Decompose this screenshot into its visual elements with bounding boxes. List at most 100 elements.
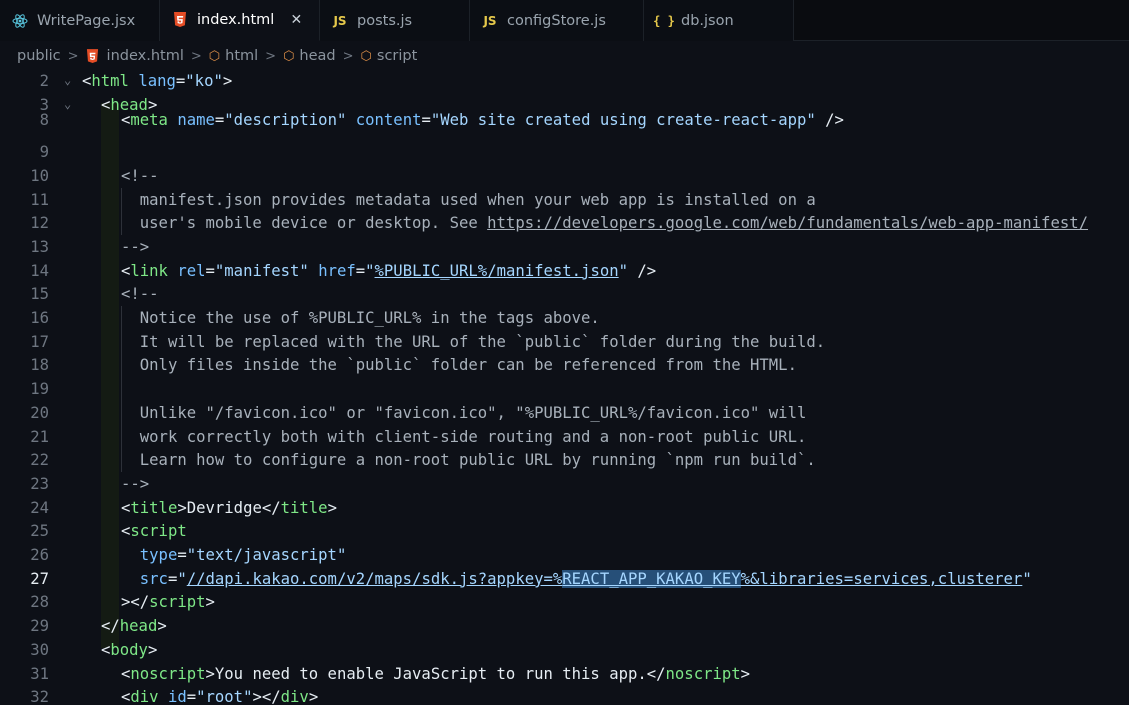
code-token: < [121,664,131,683]
code-text: <!-- [121,164,159,188]
code-line[interactable]: 11 manifest.json provides metadata used … [0,188,1129,212]
breadcrumb-item-public[interactable]: public [17,48,61,64]
code-text: Only files inside the `public` folder ca… [121,353,797,377]
code-token: > [222,72,233,90]
close-icon[interactable]: ✕ [288,12,304,28]
tab-label: WritePage.jsx [37,12,136,29]
code-token: "ko" [185,72,223,90]
code-line[interactable]: 31 <noscript>You need to enable JavaScrip… [0,662,1129,686]
tab-configstore-js[interactable]: JS configStore.js [470,0,644,41]
code-token: type [139,546,178,564]
code-text: It will be replaced with the URL of the … [121,330,825,354]
code-token: work correctly both with client-side rou… [121,427,807,446]
code-token: = [421,111,431,130]
line-number: 8 [39,111,49,130]
code-token: = [214,111,225,130]
code-line[interactable]: 8 <meta name="description" content="Web s… [0,108,1129,132]
code-line[interactable]: 12 user's mobile device or desktop. See … [0,211,1129,235]
code-line[interactable]: 2 <html lang="ko"> [0,69,1129,93]
code-token: " [177,569,187,588]
code-line[interactable]: 19 [0,377,1129,401]
code-line[interactable]: 24 <title>Devridge</title> [0,496,1129,520]
code-token: href [318,261,356,280]
react-icon [10,13,30,29]
line-number: 27 [30,569,49,588]
code-text: --> [121,472,149,496]
code-line[interactable]: 17 It will be replaced with the URL of t… [0,330,1129,354]
code-token: </ [646,664,666,683]
code-token: " [1022,569,1032,588]
symbol-element-icon: ⬡ [360,48,372,64]
code-line[interactable]: 28 ></script> [0,590,1129,614]
tab-index-html[interactable]: index.html ✕ [160,0,320,41]
code-line[interactable]: 26 type="text/javascript" [0,543,1129,567]
breadcrumb-label: head [299,48,336,64]
code-token: head [119,617,158,636]
line-number: 31 [30,664,49,683]
code-token: --> [121,474,150,493]
code-line[interactable]: 15 <!-- [0,282,1129,306]
symbol-element-icon: ⬡ [283,48,295,64]
code-line[interactable]: 13 --> [0,235,1129,259]
code-line[interactable]: 22 Learn how to configure a non-root pub… [0,448,1129,472]
code-text: <script [121,519,187,543]
code-token: ></ [252,688,281,705]
code-token: content [355,111,422,130]
code-text: <html lang="ko"> [82,69,232,93]
code-token: meta [130,111,168,130]
code-text: </head> [101,614,167,638]
tab-db-json[interactable]: { } db.json [644,0,794,41]
code-line[interactable]: 25 <script [0,519,1129,543]
code-token: body [110,640,148,659]
code-token: > [177,498,187,517]
code-token: script [130,522,187,541]
code-token: > [157,617,167,636]
line-number: 11 [30,190,49,209]
tab-posts-js[interactable]: JS posts.js [320,0,470,41]
code-token: script [149,593,206,612]
code-line[interactable]: 32 <div id="root"></div> [0,685,1129,705]
breadcrumb-item-html[interactable]: ⬡ html [209,48,258,64]
code-token: You need to enable JavaScript to run thi… [214,664,647,683]
breadcrumb-item-script[interactable]: ⬡ script [361,48,418,64]
breadcrumb-item-file[interactable]: index.html [86,48,184,64]
code-line[interactable]: 20 Unlike "/favicon.ico" or "favicon.ico… [0,401,1129,425]
chevron-right-icon: > [342,48,354,64]
code-token: < [121,522,131,541]
code-text: type="text/javascript" [121,543,347,567]
code-token: = [205,261,215,280]
line-number: 22 [30,451,49,470]
code-token: <!-- [121,166,159,185]
line-number: 17 [30,332,49,351]
code-token: It will be replaced with the URL of the … [121,332,826,351]
line-number: 9 [39,143,49,162]
breadcrumb: public > index.html > ⬡ html > ⬡ head > ⬡ s… [0,42,1129,70]
code-line[interactable]: 10 <!-- [0,164,1129,188]
code-token: </ [101,617,120,636]
line-number: 2 [39,72,49,90]
code-text: manifest.json provides metadata used whe… [121,188,816,212]
code-line[interactable]: 29 </head> [0,614,1129,638]
line-number: 25 [30,522,49,541]
code-line[interactable]: 16 Notice the use of %PUBLIC_URL% in the… [0,306,1129,330]
code-line[interactable]: 27 src="//dapi.kakao.com/v2/maps/sdk.js?… [0,567,1129,591]
code-line[interactable]: 18 Only files inside the `public` folder… [0,353,1129,377]
code-line[interactable]: 14 <link rel="manifest" href="%PUBLIC_URL… [0,259,1129,283]
breadcrumb-item-head[interactable]: ⬡ head [283,48,336,64]
code-text: Notice the use of %PUBLIC_URL% in the ta… [121,306,600,330]
line-number: 29 [30,617,49,636]
line-number: 12 [30,214,49,233]
code-line[interactable]: 30 <body> [0,638,1129,662]
code-token: > [147,640,158,659]
code-line[interactable]: 9 [0,140,1129,164]
tab-writepage-jsx[interactable]: WritePage.jsx [0,0,160,41]
code-line[interactable]: 23 --> [0,472,1129,496]
line-number: 15 [30,285,49,304]
code-editor[interactable]: ⌄ ⌄ 2 <html lang="ko"> 3 <head> 8 <meta name=… [0,69,1129,705]
code-line[interactable]: 21 work correctly both with client-side … [0,425,1129,449]
code-token: " [618,261,629,280]
code-token: < [121,111,131,130]
